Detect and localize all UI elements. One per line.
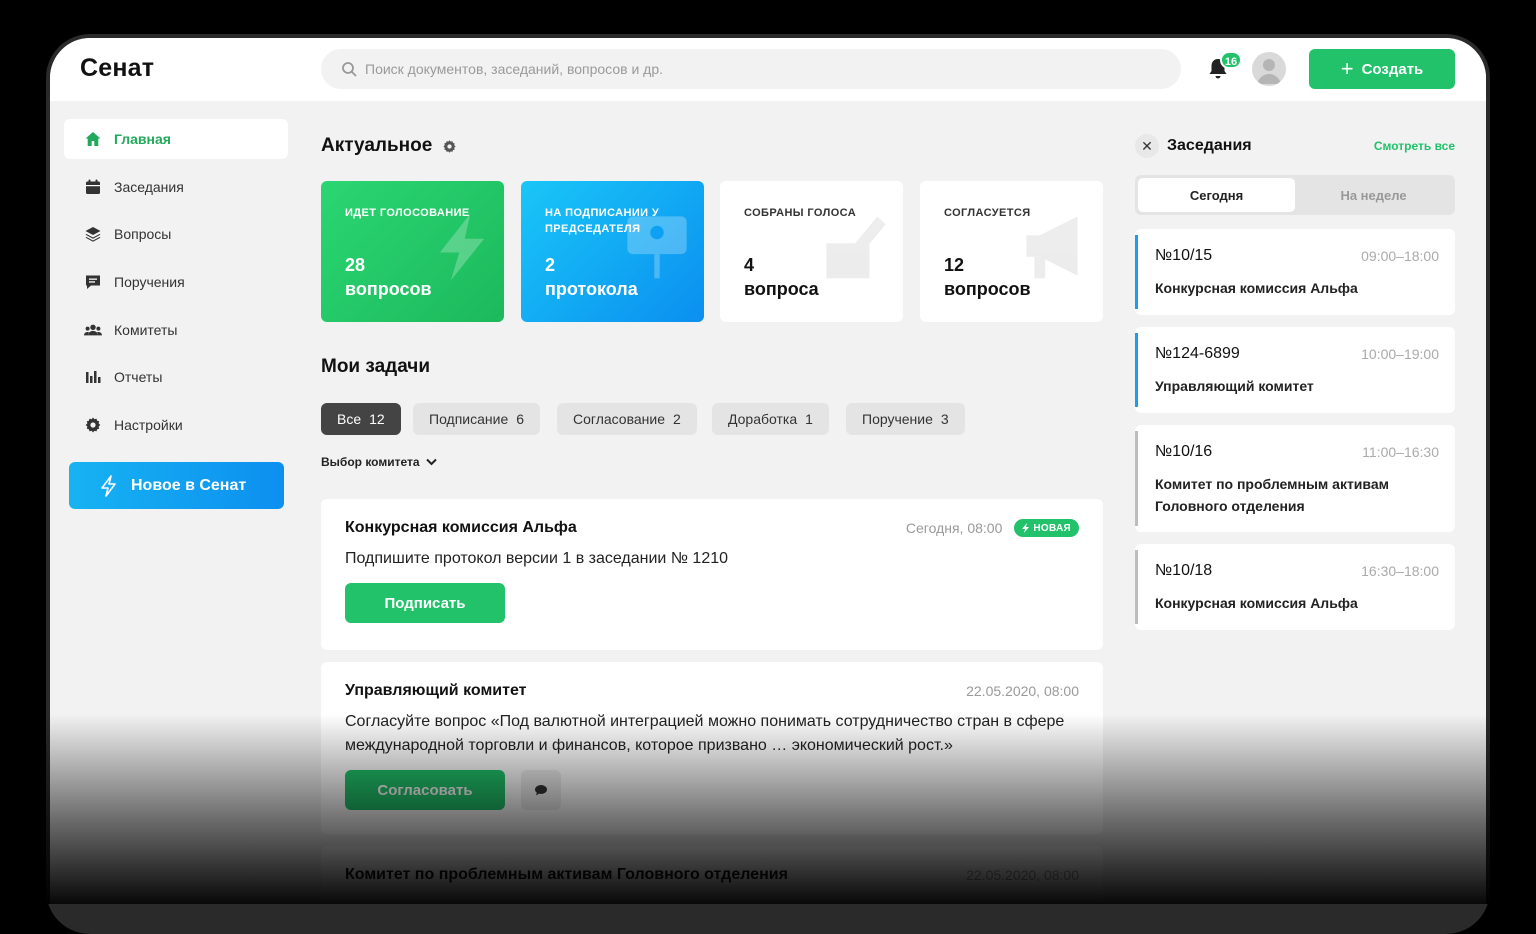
- sidebar-item-committees[interactable]: Комитеты: [64, 310, 288, 350]
- bar-chart-icon: [84, 368, 102, 386]
- gear-icon[interactable]: [442, 139, 457, 154]
- sidebar-item-label: Настройки: [114, 417, 183, 433]
- meetings-panel: ✕ Заседания Смотреть все Сегодня На неде…: [1135, 131, 1455, 215]
- megaphone-icon: [1023, 211, 1089, 281]
- sidebar-item-label: Отчеты: [114, 369, 162, 385]
- lightning-icon: [1022, 523, 1030, 533]
- plus-icon: +: [1341, 58, 1354, 80]
- task-text: Согласуйте вопрос «Под валютной интеграц…: [345, 710, 1079, 758]
- sidebar-item-label: Комитеты: [114, 322, 177, 338]
- comment-button[interactable]: [521, 770, 561, 810]
- committee-select[interactable]: Выбор комитета: [321, 455, 437, 469]
- avatar[interactable]: [1252, 52, 1286, 86]
- meetings-title: Заседания: [1167, 137, 1252, 155]
- task-date: 22.05.2020, 08:00: [966, 683, 1079, 699]
- new-in-senat-label: Новое в Сенат: [131, 477, 246, 495]
- chevron-down-icon: [426, 458, 437, 466]
- create-button-label: Создать: [1362, 61, 1424, 78]
- search-icon: [341, 61, 357, 77]
- sign-button[interactable]: Подписать: [345, 583, 505, 623]
- sidebar-item-reports[interactable]: Отчеты: [64, 357, 288, 397]
- stat-card-signing[interactable]: На подписании у председателя 2протокола: [521, 181, 704, 322]
- app-screen: Сенат 16 + Создать Главная Заседания Воп…: [50, 38, 1486, 904]
- meeting-card[interactable]: №124-6899 10:00–19:00 Управляющий комитет: [1135, 327, 1455, 413]
- stat-value: 4вопроса: [744, 253, 819, 301]
- comment-icon: [534, 784, 548, 796]
- ballot-icon: [823, 211, 889, 281]
- task-card: Комитет по проблемным активам Головного …: [321, 846, 1103, 904]
- meeting-name: Комитет по проблемным активам Головного …: [1155, 473, 1439, 517]
- top-bar: Сенат 16 + Создать: [50, 38, 1486, 101]
- task-date: 22.05.2020, 08:00: [966, 867, 1079, 883]
- sidebar: Главная Заседания Вопросы Поручения Коми…: [64, 119, 288, 453]
- actual-section-title: Актуальное: [321, 135, 457, 157]
- meeting-time: 16:30–18:00: [1361, 563, 1439, 579]
- actual-title-text: Актуальное: [321, 135, 432, 157]
- app-logo[interactable]: Сенат: [80, 54, 154, 83]
- approve-button[interactable]: Согласовать: [345, 770, 505, 810]
- committee-select-label: Выбор комитета: [321, 455, 420, 469]
- see-all-link[interactable]: Смотреть все: [1374, 139, 1455, 153]
- filter-chip-revision[interactable]: Доработка1: [712, 403, 829, 435]
- sidebar-item-label: Заседания: [114, 179, 184, 195]
- sidebar-item-home[interactable]: Главная: [64, 119, 288, 159]
- notification-badge: 16: [1220, 51, 1242, 69]
- stat-value: 28вопросов: [345, 253, 432, 301]
- sidebar-item-label: Поручения: [114, 274, 185, 290]
- filter-chip-approval[interactable]: Согласование2: [557, 403, 697, 435]
- close-icon[interactable]: ✕: [1135, 134, 1159, 158]
- meetings-period-toggle: Сегодня На неделе: [1135, 175, 1455, 215]
- stat-card-voting[interactable]: Идет голосование 28вопросов: [321, 181, 504, 322]
- tab-week[interactable]: На неделе: [1295, 178, 1452, 212]
- stat-card-votes-collected[interactable]: Собраны голоса 4вопроса: [720, 181, 903, 322]
- home-icon: [84, 130, 102, 148]
- meeting-number: №10/18: [1155, 562, 1212, 580]
- task-card: Конкурсная комиссия Альфа Сегодня, 08:00…: [321, 499, 1103, 650]
- tab-today[interactable]: Сегодня: [1138, 178, 1295, 212]
- meeting-time: 10:00–19:00: [1361, 346, 1439, 362]
- meeting-name: Конкурсная комиссия Альфа: [1155, 277, 1439, 299]
- lightning-icon: [434, 211, 490, 283]
- create-button[interactable]: + Создать: [1309, 49, 1455, 89]
- stat-card-approving[interactable]: Согласуется 12вопросов: [920, 181, 1103, 322]
- new-badge: НОВАЯ: [1014, 519, 1079, 537]
- meeting-name: Конкурсная комиссия Альфа: [1155, 592, 1439, 614]
- task-text: Подпишите протокол версии 1 в заседании …: [345, 547, 1079, 571]
- layers-icon: [84, 225, 102, 243]
- stat-value: 12вопросов: [944, 253, 1031, 301]
- gear-icon: [84, 416, 102, 434]
- search-bar[interactable]: [321, 49, 1181, 89]
- filter-chip-all[interactable]: Все12: [321, 403, 401, 435]
- stat-value: 2протокола: [545, 253, 638, 301]
- message-icon: [84, 273, 102, 291]
- task-card: Управляющий комитет 22.05.2020, 08:00 Со…: [321, 662, 1103, 834]
- sidebar-item-settings[interactable]: Настройки: [64, 405, 288, 445]
- meeting-name: Управляющий комитет: [1155, 375, 1439, 397]
- meeting-card[interactable]: №10/15 09:00–18:00 Конкурсная комиссия Ал…: [1135, 229, 1455, 315]
- meeting-number: №10/15: [1155, 247, 1212, 265]
- tasks-section-title: Мои задачи: [321, 356, 430, 378]
- sidebar-item-assignments[interactable]: Поручения: [64, 262, 288, 302]
- people-icon: [84, 321, 102, 339]
- meeting-time: 11:00–16:30: [1362, 444, 1439, 460]
- sidebar-item-questions[interactable]: Вопросы: [64, 214, 288, 254]
- meeting-card[interactable]: №10/16 11:00–16:30 Комитет по проблемным …: [1135, 425, 1455, 532]
- meeting-number: №124-6899: [1155, 345, 1240, 363]
- meeting-number: №10/16: [1155, 443, 1212, 461]
- sidebar-item-meetings[interactable]: Заседания: [64, 167, 288, 207]
- meeting-card[interactable]: №10/18 16:30–18:00 Конкурсная комиссия Ал…: [1135, 544, 1455, 630]
- meeting-time: 09:00–18:00: [1361, 248, 1439, 264]
- sidebar-item-label: Главная: [114, 131, 171, 147]
- calendar-icon: [84, 178, 102, 196]
- new-in-senat-button[interactable]: Новое в Сенат: [69, 462, 284, 509]
- task-title[interactable]: Конкурсная комиссия Альфа: [345, 519, 577, 537]
- filter-chip-signing[interactable]: Подписание6: [413, 403, 540, 435]
- task-title[interactable]: Управляющий комитет: [345, 682, 526, 700]
- lightning-icon: [99, 475, 119, 497]
- sidebar-item-label: Вопросы: [114, 226, 171, 242]
- task-title[interactable]: Комитет по проблемным активам Головного …: [345, 866, 788, 884]
- search-input[interactable]: [365, 61, 1125, 77]
- filter-chip-assignment[interactable]: Поручение3: [846, 403, 965, 435]
- task-date: Сегодня, 08:00: [906, 520, 1002, 536]
